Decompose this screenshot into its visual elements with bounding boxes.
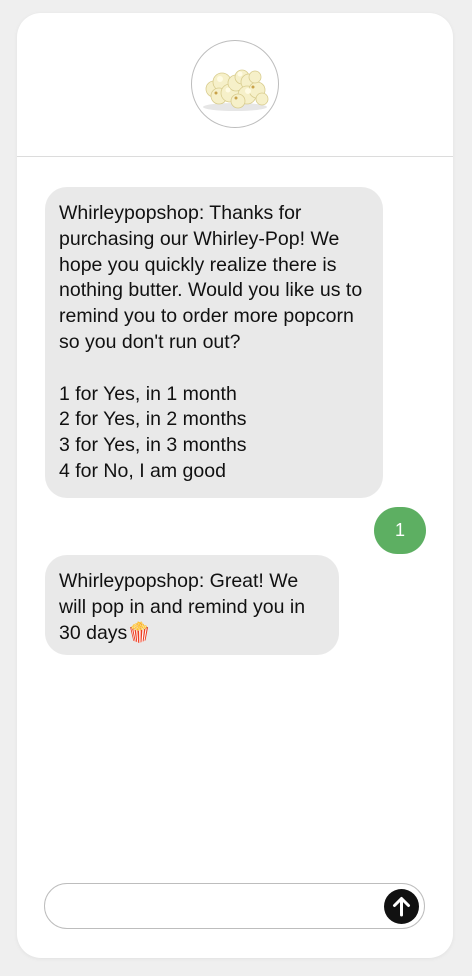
send-button[interactable]: [384, 889, 419, 924]
contact-avatar[interactable]: [191, 40, 279, 128]
arrow-up-icon: [393, 897, 410, 917]
incoming-message-bubble: Whirleypopshop: Thanks for purchasing ou…: [45, 187, 383, 498]
popcorn-icon: [203, 69, 269, 111]
outgoing-message-bubble: 1: [374, 507, 426, 554]
incoming-message-bubble: Whirleypopshop: Great! We will pop in an…: [45, 555, 339, 655]
message-window: Whirleypopshop: Thanks for purchasing ou…: [17, 13, 453, 958]
conversation-header: [17, 13, 453, 157]
message-input[interactable]: [59, 892, 373, 922]
message-composer: [44, 883, 425, 929]
